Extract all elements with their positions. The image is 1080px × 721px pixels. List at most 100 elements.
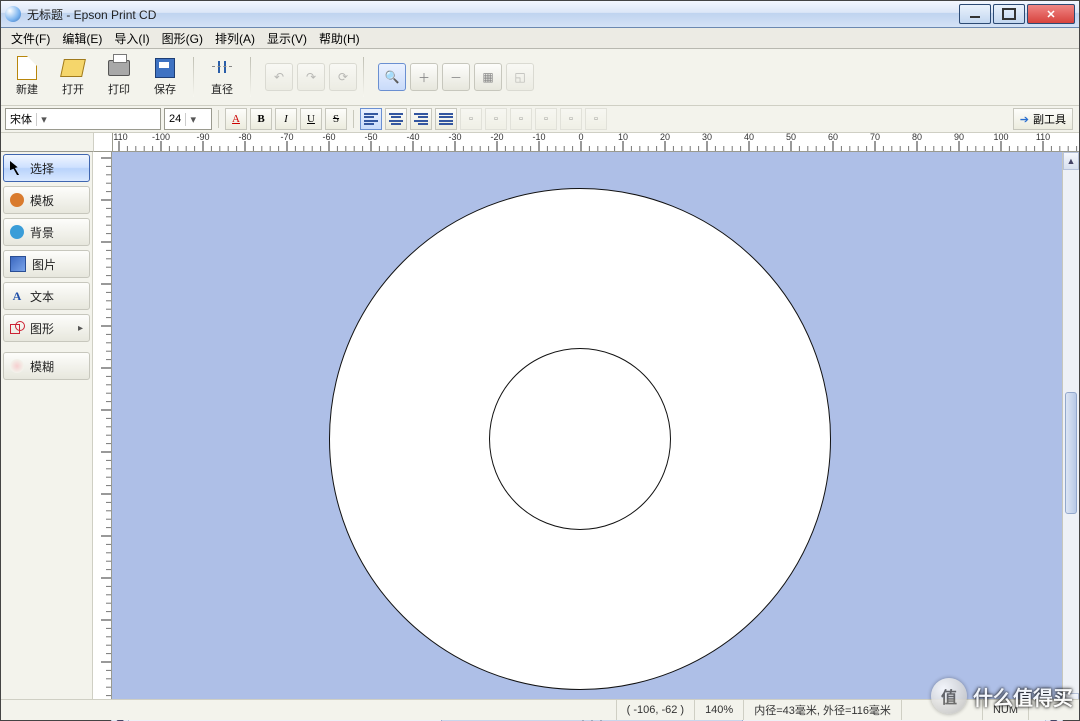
tool-select[interactable]: 选择	[3, 154, 90, 182]
status-coords: ( -106, -62 )	[616, 700, 694, 720]
zoom-out-button[interactable]: －	[442, 63, 470, 91]
menu-arrange[interactable]: 排列(A)	[209, 28, 261, 49]
svg-text:-20: -20	[490, 133, 503, 142]
menu-shape[interactable]: 图形(G)	[156, 28, 209, 49]
blur-icon	[10, 359, 24, 373]
save-button[interactable]: 保存	[143, 53, 187, 101]
italic-button[interactable]: I	[275, 108, 297, 130]
align-left-icon	[364, 113, 378, 125]
status-zoom: 140%	[694, 700, 743, 720]
ruler-corner	[1, 133, 94, 152]
zoom-in-button[interactable]: ＋	[410, 63, 438, 91]
scroll-up-button[interactable]: ▲	[1063, 152, 1079, 170]
shape-icon	[10, 321, 24, 335]
font-size-combo[interactable]: 24 ▾	[164, 108, 212, 130]
svg-text:-40: -40	[406, 133, 419, 142]
svg-text:-50: -50	[364, 133, 377, 142]
svg-text:100: 100	[993, 133, 1008, 142]
tool-background-label: 背景	[30, 224, 54, 241]
font-color-button[interactable]: A	[225, 108, 247, 130]
svg-text:80: 80	[912, 133, 922, 142]
menu-help[interactable]: 帮助(H)	[313, 28, 366, 49]
open-label: 打开	[62, 81, 84, 97]
zoom-in-icon: ＋	[418, 69, 430, 86]
order-backward-button[interactable]: ▫	[535, 108, 557, 130]
zoom-fit-button[interactable]: 🔍	[378, 63, 406, 91]
undo-button[interactable]: ↶	[265, 63, 293, 91]
menu-edit[interactable]: 编辑(E)	[56, 28, 108, 49]
status-bar: ( -106, -62 ) 140% 内径=43毫米, 外径=116毫米 NUM	[1, 699, 1079, 720]
menu-bar: 文件(F) 编辑(E) 导入(I) 图形(G) 排列(A) 显示(V) 帮助(H…	[1, 28, 1079, 49]
toolbar-separator	[250, 57, 251, 97]
tool-blur[interactable]: 模糊	[3, 352, 90, 380]
strike-button[interactable]: S	[325, 108, 347, 130]
redo-button[interactable]: ↷	[297, 63, 325, 91]
chevron-right-icon: ▸	[78, 323, 83, 334]
grid-toggle-button[interactable]: ▦	[474, 63, 502, 91]
tool-background[interactable]: 背景	[3, 218, 90, 246]
font-family-combo[interactable]: 宋体 ▾	[5, 108, 161, 130]
maximize-button[interactable]	[993, 4, 1025, 24]
print-button[interactable]: 打印	[97, 53, 141, 101]
ungroup-button[interactable]: ▫	[585, 108, 607, 130]
aux-tool-button[interactable]: ➔ 副工具	[1013, 108, 1073, 130]
tool-text[interactable]: A文本	[3, 282, 90, 310]
bold-button[interactable]: B	[250, 108, 272, 130]
picture-icon	[10, 256, 26, 272]
align-justify-button[interactable]	[435, 108, 457, 130]
align-right-icon	[414, 113, 428, 125]
refresh-button[interactable]: ◱	[506, 63, 534, 91]
toolbar-separator	[363, 57, 364, 97]
svg-text:-10: -10	[532, 133, 545, 142]
order-front-button[interactable]: ▫	[460, 108, 482, 130]
vertical-scroll-thumb[interactable]	[1065, 392, 1077, 514]
menu-view[interactable]: 显示(V)	[261, 28, 313, 49]
page-icon	[17, 56, 37, 80]
chevron-down-icon: ▾	[36, 113, 51, 126]
aux-tool-label: 副工具	[1033, 111, 1066, 127]
pointer-icon	[10, 161, 24, 175]
open-button[interactable]: 打开	[51, 53, 95, 101]
group-button[interactable]: ▫	[560, 108, 582, 130]
order-back-button[interactable]: ▫	[485, 108, 507, 130]
tool-select-label: 选择	[30, 160, 54, 177]
vertical-ruler[interactable]	[93, 152, 112, 711]
svg-text:-110: -110	[113, 133, 128, 142]
tool-picture[interactable]: 图片	[3, 250, 90, 278]
menu-file[interactable]: 文件(F)	[5, 28, 56, 49]
order-forward-button[interactable]: ▫	[510, 108, 532, 130]
menu-import[interactable]: 导入(I)	[108, 28, 155, 49]
disc-inner[interactable]	[489, 348, 671, 530]
svg-text:70: 70	[870, 133, 880, 142]
canvas-wrap: ▲ ▼	[112, 152, 1079, 711]
svg-text:40: 40	[744, 133, 754, 142]
tool-template[interactable]: 模板	[3, 186, 90, 214]
status-diameter: 内径=43毫米, 外径=116毫米	[743, 700, 901, 720]
new-button[interactable]: 新建	[5, 53, 49, 101]
zoom-group: 🔍 ＋ － ▦ ◱	[378, 63, 534, 91]
svg-text:-30: -30	[448, 133, 461, 142]
diameter-button[interactable]: 直径	[200, 53, 244, 101]
align-right-button[interactable]	[410, 108, 432, 130]
tool-panel: 选择 模板 背景 图片 A文本 图形▸ 模糊	[1, 152, 93, 711]
horizontal-ruler[interactable]: -110-100-90-80-70-60-50-40-30-20-1001020…	[113, 133, 1079, 152]
close-button[interactable]	[1027, 4, 1075, 24]
underline-button[interactable]: U	[300, 108, 322, 130]
vertical-scrollbar[interactable]: ▲ ▼	[1062, 152, 1079, 711]
align-left-button[interactable]	[360, 108, 382, 130]
minimize-button[interactable]	[959, 4, 991, 24]
print-label: 打印	[108, 81, 130, 97]
tool-shape[interactable]: 图形▸	[3, 314, 90, 342]
rotate-button[interactable]: ⟳	[329, 63, 357, 91]
align-center-button[interactable]	[385, 108, 407, 130]
svg-text:90: 90	[954, 133, 964, 142]
design-canvas[interactable]	[112, 152, 1062, 711]
new-label: 新建	[16, 81, 38, 97]
chevron-down-icon: ▾	[185, 113, 200, 126]
grid-icon: ▦	[482, 70, 493, 84]
window-title: 无标题 - Epson Print CD	[27, 6, 156, 23]
tool-template-label: 模板	[30, 192, 54, 209]
svg-text:30: 30	[702, 133, 712, 142]
svg-text:110: 110	[1036, 133, 1050, 142]
svg-text:-80: -80	[238, 133, 251, 142]
